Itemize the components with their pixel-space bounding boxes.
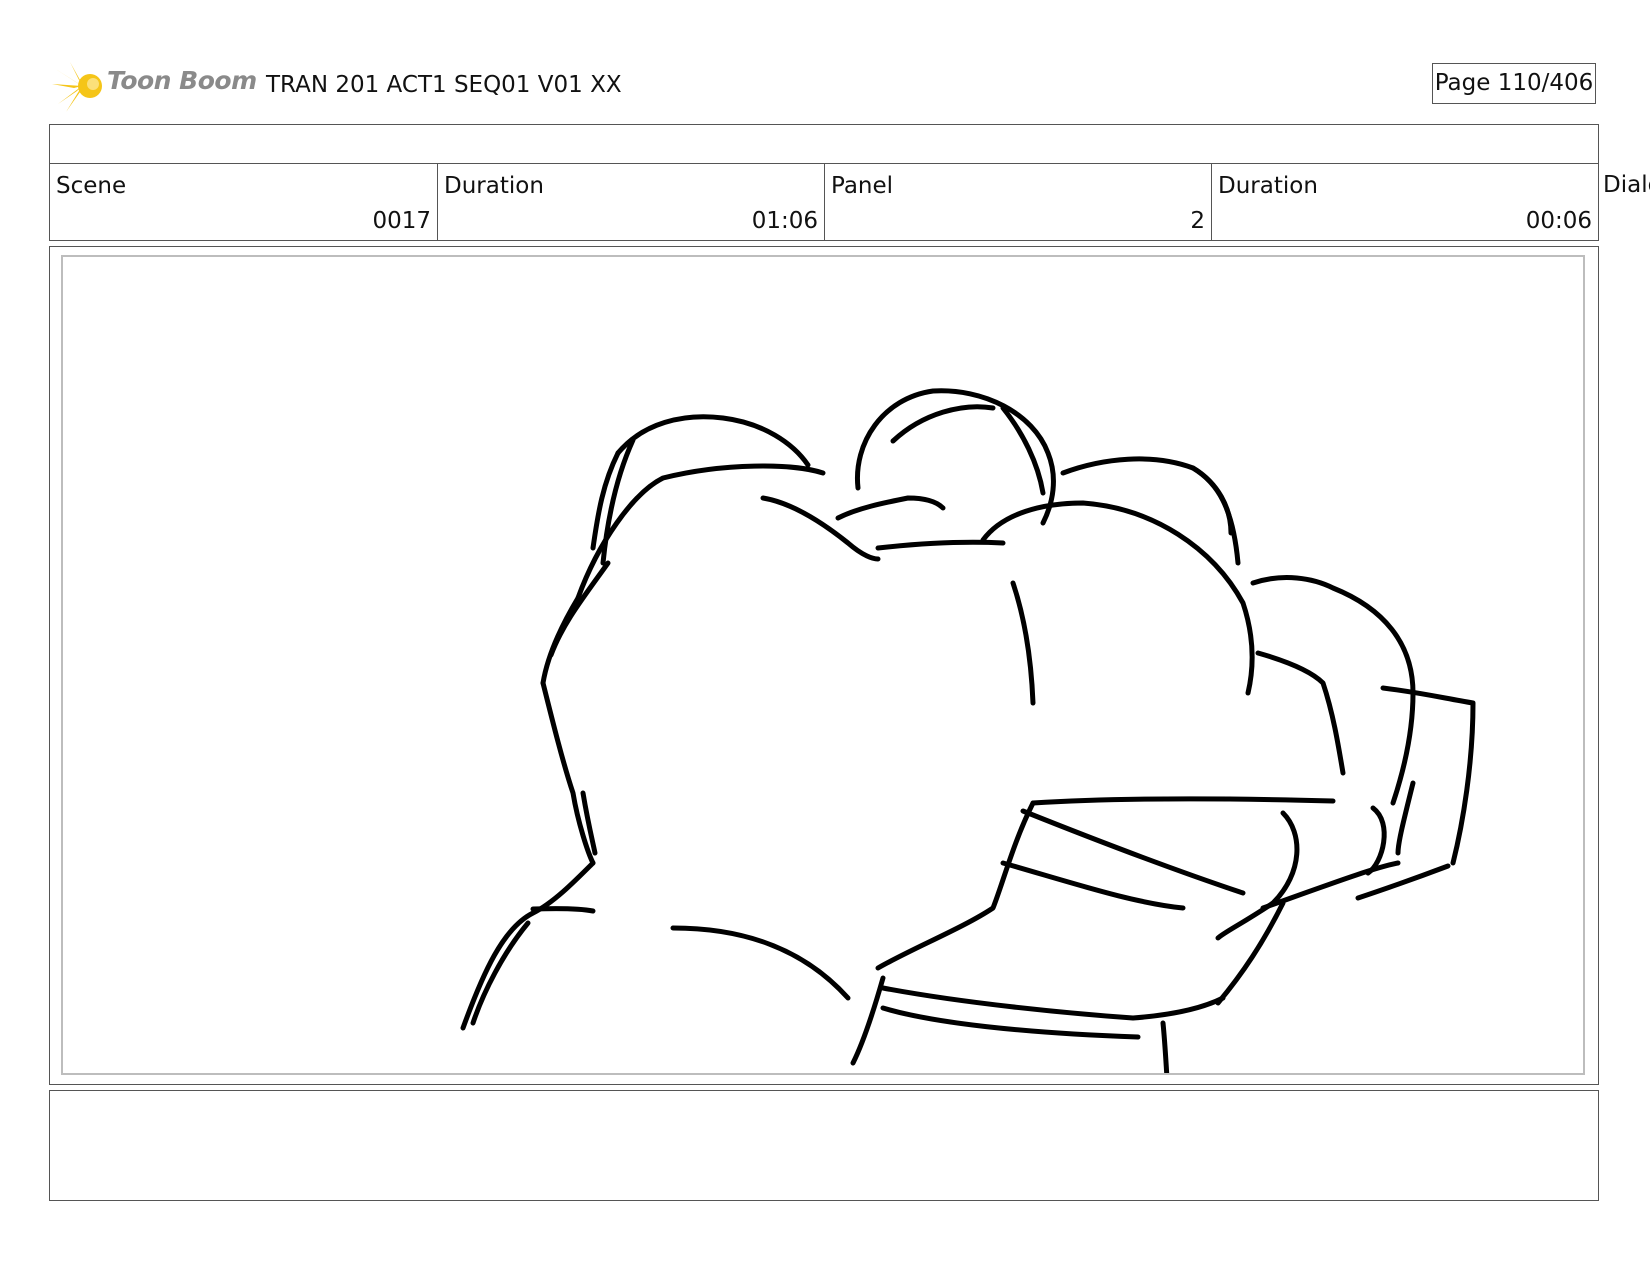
dialog-label: Dialog: [1603, 172, 1650, 198]
panel-frame: [49, 246, 1599, 1085]
fist-sketch: [460, 388, 1476, 1073]
scene-duration-label: Duration: [444, 173, 544, 199]
storyboard-panel: [61, 255, 1585, 1075]
panel-duration-cell: Duration 00:06: [1211, 163, 1599, 241]
page-number: Page 110/406: [1432, 63, 1596, 104]
panel-duration-value: 00:06: [1525, 208, 1592, 234]
scene-duration-value: 01:06: [751, 208, 818, 234]
toon-boom-logo-icon: [52, 62, 102, 112]
panel-value: 2: [1190, 208, 1205, 234]
notes-box: [49, 1090, 1599, 1201]
document-title: TRAN 201 ACT1 SEQ01 V01 XX: [266, 72, 622, 98]
panel-duration-label: Duration: [1218, 173, 1318, 199]
scene-duration-cell: Duration 01:06: [437, 163, 825, 241]
scene-value: 0017: [372, 208, 431, 234]
scene-cell: Scene 0017: [49, 163, 438, 241]
panel-label: Panel: [831, 173, 894, 199]
logo-text: Toon Boom: [107, 66, 257, 95]
info-row: Scene 0017 Duration 01:06 Panel 2 Durati…: [49, 163, 1599, 241]
panel-cell: Panel 2: [824, 163, 1212, 241]
scene-label: Scene: [56, 173, 127, 199]
toon-boom-logo: Toon Boom: [52, 58, 257, 114]
header-bar: [49, 124, 1599, 164]
